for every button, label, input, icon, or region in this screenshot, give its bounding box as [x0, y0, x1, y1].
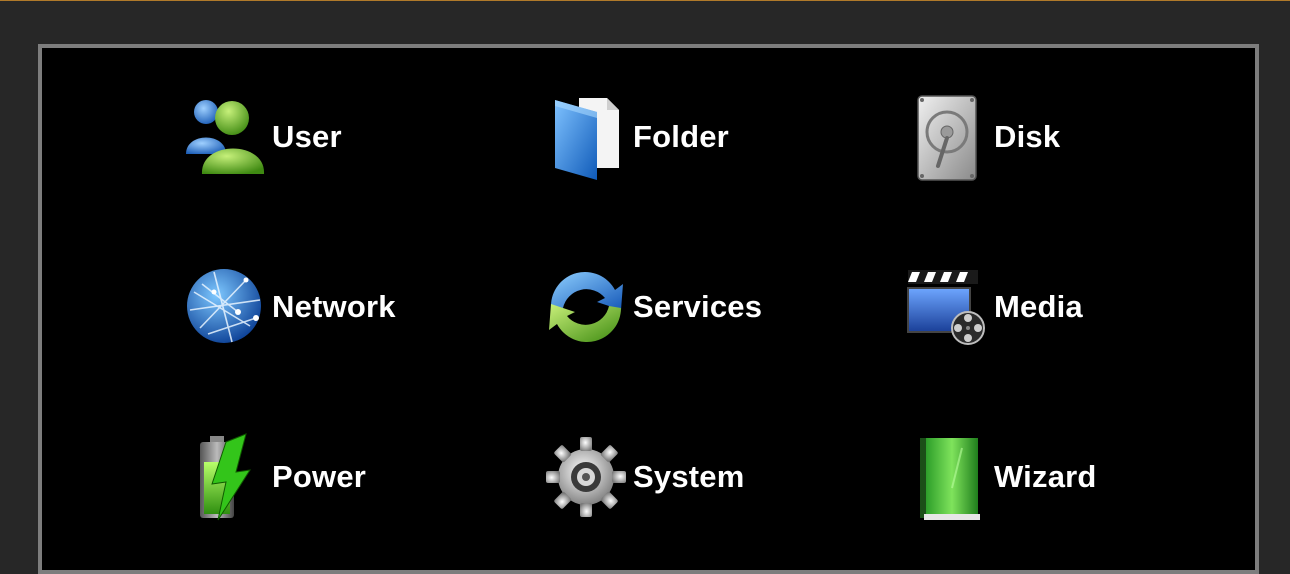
menu-item-wizard[interactable]: Wizard: [902, 432, 1097, 522]
globe-network-icon: [180, 262, 270, 352]
green-book-icon: [902, 432, 992, 522]
menu-item-disk[interactable]: Disk: [902, 92, 1060, 182]
users-icon: [180, 92, 270, 182]
menu-item-label: Services: [633, 289, 763, 324]
menu-item-services[interactable]: Services: [541, 262, 762, 352]
menu-item-label: Wizard: [994, 459, 1097, 494]
disk-icon: [902, 92, 992, 182]
menu-item-system[interactable]: System: [541, 432, 745, 522]
gear-icon: [541, 432, 631, 522]
menu-item-folder[interactable]: Folder: [541, 92, 729, 182]
top-accent-line: [0, 0, 1290, 5]
menu-item-media[interactable]: Media: [902, 262, 1083, 352]
menu-item-label: Disk: [994, 119, 1061, 154]
menu-item-power[interactable]: Power: [180, 432, 366, 522]
menu-item-label: System: [633, 459, 745, 494]
clapperboard-film-icon: [902, 262, 992, 352]
folder-icon: [541, 92, 631, 182]
main-menu-panel: User Folder Disk Network Services Media …: [38, 44, 1259, 574]
menu-item-network[interactable]: Network: [180, 262, 396, 352]
menu-item-label: Network: [272, 289, 396, 324]
menu-item-label: Power: [272, 459, 367, 494]
menu-item-label: User: [272, 119, 342, 154]
menu-item-label: Media: [994, 289, 1083, 324]
refresh-services-icon: [541, 262, 631, 352]
menu-item-user[interactable]: User: [180, 92, 342, 182]
battery-power-icon: [180, 432, 270, 522]
menu-item-label: Folder: [633, 119, 729, 154]
app-background: User Folder Disk Network Services Media …: [0, 0, 1290, 574]
